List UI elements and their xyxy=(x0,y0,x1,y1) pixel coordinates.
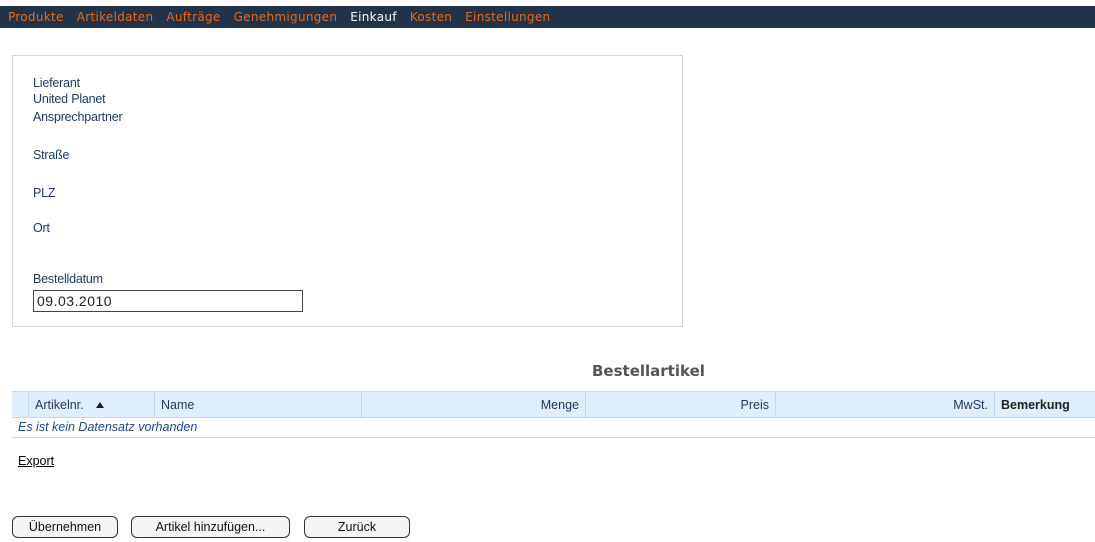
column-name[interactable]: Name xyxy=(155,392,362,417)
column-artikelnr[interactable]: Artikelnr. xyxy=(29,392,155,417)
sort-ascending-icon[interactable] xyxy=(95,401,104,408)
zurueck-button[interactable]: Zurück xyxy=(304,516,410,538)
nav-kosten[interactable]: Kosten xyxy=(410,10,452,24)
grid-empty-message: Es ist kein Datensatz vorhanden xyxy=(12,418,1095,438)
bestelldatum-label: Bestelldatum xyxy=(33,272,103,286)
column-bemerkung-label: Bemerkung xyxy=(1001,397,1070,412)
column-menge-label: Menge xyxy=(540,397,579,412)
row-selector-header xyxy=(12,392,29,417)
export-link[interactable]: Export xyxy=(18,454,54,468)
top-navigation: Produkte Artikeldaten Aufträge Genehmigu… xyxy=(0,6,1095,28)
column-preis[interactable]: Preis xyxy=(586,392,776,417)
artikel-hinzufuegen-button[interactable]: Artikel hinzufügen... xyxy=(131,516,290,538)
column-bemerkung[interactable]: Bemerkung xyxy=(995,392,1095,417)
supplier-panel: Lieferant United Planet Ansprechpartner … xyxy=(12,55,683,327)
bestelldatum-input[interactable]: 09.03.2010 xyxy=(33,290,303,312)
ansprechpartner-label: Ansprechpartner xyxy=(33,110,123,124)
column-preis-label: Preis xyxy=(740,397,769,412)
nav-produkte[interactable]: Produkte xyxy=(8,10,64,24)
column-menge[interactable]: Menge xyxy=(362,392,586,417)
grid-header: Artikelnr. Name Menge Preis MwSt. Bemerk… xyxy=(12,391,1095,418)
nav-einkauf[interactable]: Einkauf xyxy=(350,10,397,24)
strasse-label: Straße xyxy=(33,148,70,162)
nav-einstellungen[interactable]: Einstellungen xyxy=(465,10,550,24)
plz-label: PLZ xyxy=(33,186,56,200)
lieferant-label: Lieferant xyxy=(33,76,80,90)
column-artikelnr-label: Artikelnr. xyxy=(35,397,84,412)
grid-title: Bestellartikel xyxy=(592,362,705,380)
uebernehmen-button[interactable]: Übernehmen xyxy=(12,516,118,538)
lieferant-value: United Planet xyxy=(33,92,106,106)
order-items-grid: Artikelnr. Name Menge Preis MwSt. Bemerk… xyxy=(12,391,1095,438)
column-name-label: Name xyxy=(161,397,195,412)
nav-artikeldaten[interactable]: Artikeldaten xyxy=(77,10,154,24)
ort-label: Ort xyxy=(33,221,50,235)
column-mwst[interactable]: MwSt. xyxy=(776,392,995,417)
nav-auftraege[interactable]: Aufträge xyxy=(166,10,220,24)
nav-genehmigungen[interactable]: Genehmigungen xyxy=(234,10,338,24)
column-mwst-label: MwSt. xyxy=(953,397,988,412)
